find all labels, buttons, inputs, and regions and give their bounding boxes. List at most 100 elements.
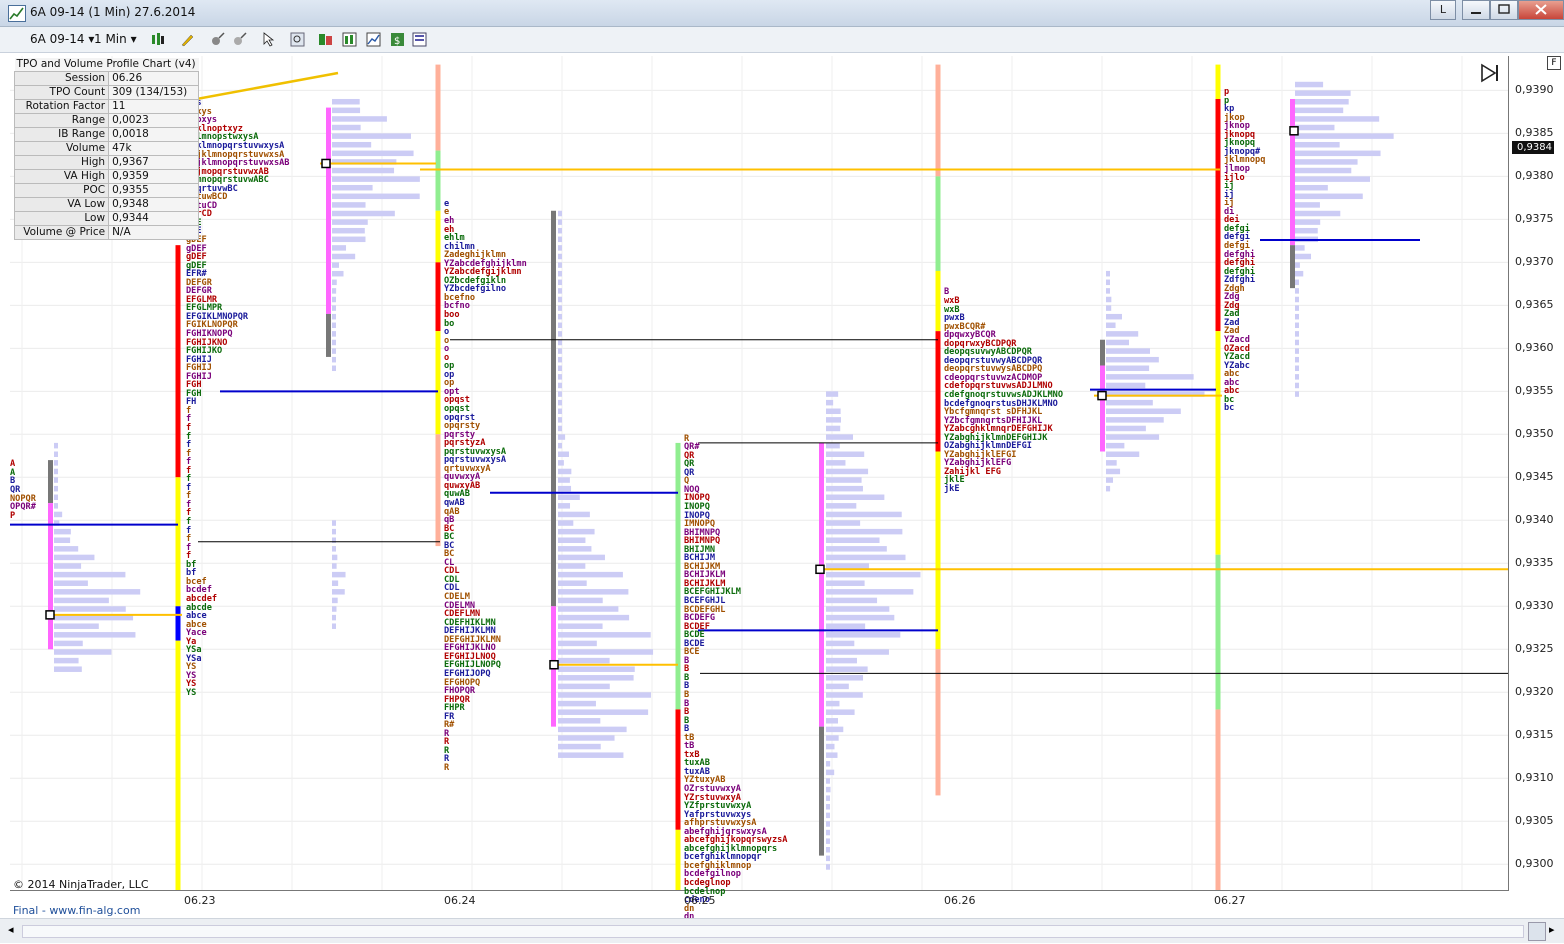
scroll-thumb[interactable] (1528, 922, 1546, 941)
volume-bar (558, 262, 562, 268)
volume-bar (826, 864, 830, 870)
volume-bar (54, 666, 82, 672)
tpo-row: op (444, 369, 455, 380)
volume-bar (332, 563, 337, 569)
volume-bar (1106, 331, 1139, 337)
volume-bar (826, 700, 840, 707)
volume-bar (1295, 167, 1352, 174)
volume-bar (332, 116, 387, 122)
volume-bar (1295, 322, 1299, 329)
tpo-row: jkE (944, 484, 960, 495)
volume-bar (558, 236, 562, 243)
volume-bar (54, 537, 71, 543)
instrument-selector[interactable]: 6A 09-14 ▾ (30, 32, 94, 46)
scroll-left-icon[interactable]: ◂ (8, 923, 14, 936)
volume-bar (332, 176, 420, 182)
volume-bar (558, 494, 580, 500)
session-bar-0624 (435, 210, 441, 263)
maximize-button[interactable] (1490, 0, 1518, 20)
volume-bar (1295, 262, 1300, 268)
chart-panel[interactable]: AABQRNOPQROPQR#P ysoysnoxyshnoxysghklnopt… (10, 56, 1509, 930)
chart-style-icon[interactable] (150, 32, 165, 47)
currency-icon[interactable]: $ (390, 32, 405, 47)
tpo-row: FGH (186, 388, 202, 399)
volume-bar (332, 184, 373, 191)
volume-bar (826, 399, 834, 406)
volume-bar (1106, 348, 1150, 354)
tpo-row: R# (444, 720, 455, 731)
scroll-right-icon[interactable]: ▸ (1549, 923, 1555, 936)
tpo-row: f (186, 474, 192, 485)
time-axis[interactable]: 06.23 06.24 06.25 06.26 06.27 (10, 891, 1508, 911)
volume-bar (54, 580, 88, 586)
volume-bar (1106, 313, 1122, 320)
stats-row: Range 0,0023 (13, 113, 200, 128)
next-bar-icon[interactable] (1479, 62, 1501, 84)
stat-label: Rotation Factor (13, 99, 110, 114)
volume-bar (1106, 468, 1121, 475)
chart-app-icon (8, 5, 26, 22)
zoom-out-icon[interactable] (290, 32, 305, 47)
price-axis[interactable]: 0,9390 0,9385 0,9380 0,9375 0,9370 0,9365 0,93… (1509, 56, 1564, 890)
volume-bar (826, 589, 914, 595)
tpo-row: QR (684, 467, 695, 478)
horizontal-scrollbar[interactable]: ◂ ▸ (0, 918, 1564, 943)
volume-bar (54, 442, 58, 449)
volume-bar (54, 451, 58, 458)
tpo-row: BC (444, 532, 455, 543)
volume-bar (558, 442, 562, 449)
tpo-row: o (444, 352, 450, 363)
zoom-icon[interactable] (232, 32, 247, 47)
volume-bar (332, 305, 336, 311)
crosshair-icon[interactable] (210, 32, 225, 47)
volume-bar (558, 305, 562, 311)
volume-bar (558, 219, 562, 225)
volume-bar (54, 606, 126, 612)
volume-bar (1295, 348, 1299, 354)
strategy-icon[interactable] (342, 32, 357, 47)
x-tick-label: 06.24 (444, 894, 476, 907)
volume-bar (826, 485, 863, 492)
volume-bar (558, 589, 629, 595)
volume-bar (1106, 356, 1159, 363)
tpo-row: YSa (186, 653, 202, 664)
indicator-icon[interactable] (366, 32, 381, 47)
stat-value: 0,9367 (108, 155, 200, 170)
tpo-column: ysoysnoxyshnoxysghklnoptxyzhklmnopstwxys… (186, 91, 289, 698)
volume-bar (826, 786, 831, 793)
link-button[interactable]: L (1430, 0, 1456, 20)
panel-label-f: F (1547, 56, 1561, 70)
stat-label: VA Low (13, 197, 110, 212)
footer-link[interactable]: Final - www.fin-alg.com (13, 904, 140, 917)
volume-bar (558, 417, 562, 423)
volume-bar (332, 606, 337, 612)
volume-bar (826, 563, 869, 569)
tpo-row: e (444, 207, 450, 218)
volume-bar (1106, 460, 1117, 466)
scroll-track[interactable] (22, 925, 1524, 938)
volume-bar (826, 675, 864, 681)
tpo-row: f (186, 542, 192, 553)
properties-icon[interactable] (412, 32, 427, 47)
session-bar-0624 (435, 331, 441, 435)
tpo-row: bc (1224, 403, 1235, 414)
volume-bar (332, 339, 336, 346)
volume-bar (558, 382, 562, 389)
data-box-icon[interactable] (318, 32, 333, 47)
volume-bar (1106, 382, 1146, 389)
cursor-icon[interactable] (262, 32, 277, 47)
volume-bar (558, 735, 615, 741)
interval-selector[interactable]: 1 Min ▾ (94, 32, 137, 46)
volume-bar (558, 468, 572, 475)
close-button[interactable] (1518, 0, 1564, 20)
volume-bar (1295, 374, 1299, 380)
volume-bar (826, 640, 855, 647)
volume-bar (332, 279, 337, 286)
minimize-button[interactable] (1462, 0, 1490, 20)
y-tick-label: 0,9380 (1515, 169, 1554, 183)
volume-bar (54, 528, 71, 535)
volume-bar (558, 632, 651, 638)
volume-bar (332, 313, 336, 320)
pencil-icon[interactable] (180, 32, 195, 47)
poc-marker (549, 659, 559, 670)
